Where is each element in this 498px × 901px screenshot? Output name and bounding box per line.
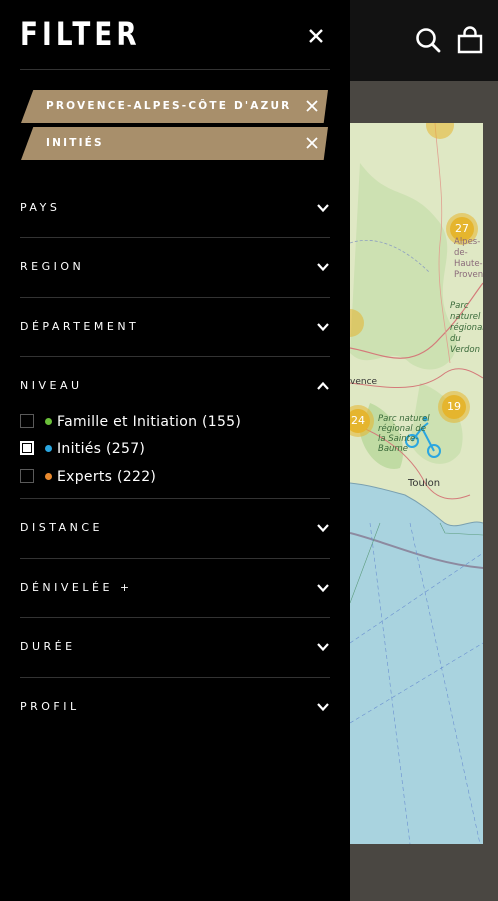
option-label: Initiés (257) bbox=[57, 441, 146, 457]
map-label: vence bbox=[350, 377, 378, 387]
section-label: PROFIL bbox=[20, 700, 80, 713]
filter-section-pays[interactable]: PAYS bbox=[20, 189, 330, 227]
close-icon[interactable] bbox=[304, 24, 328, 48]
filter-section-denivelee[interactable]: DÉNIVELÉE + bbox=[20, 569, 330, 607]
section-label: DURÉE bbox=[20, 640, 76, 653]
tag-label: INITIÉS bbox=[46, 137, 104, 149]
divider bbox=[20, 558, 330, 559]
remove-tag-icon[interactable] bbox=[306, 137, 318, 149]
divider bbox=[20, 617, 330, 618]
chevron-down-icon bbox=[317, 524, 329, 533]
drawer-title: FILTER bbox=[20, 15, 141, 53]
map-cluster[interactable]: 19 bbox=[438, 391, 470, 423]
section-label: DISTANCE bbox=[20, 521, 103, 534]
section-label: DÉNIVELÉE + bbox=[20, 581, 133, 594]
remove-tag-icon[interactable] bbox=[306, 100, 318, 112]
niveau-option-inities[interactable]: Initiés (257) bbox=[20, 438, 280, 460]
divider bbox=[20, 69, 330, 70]
map-label: Toulon bbox=[408, 478, 441, 489]
chevron-down-icon bbox=[317, 323, 329, 332]
chevron-down-icon bbox=[317, 204, 329, 213]
checkbox-checked[interactable] bbox=[20, 441, 34, 455]
section-label: DÉPARTEMENT bbox=[20, 320, 140, 333]
map-label: Parc naturel régional du Verdon bbox=[450, 301, 483, 355]
filter-section-distance[interactable]: DISTANCE bbox=[20, 509, 330, 547]
divider bbox=[20, 677, 330, 678]
chevron-down-icon bbox=[317, 643, 329, 652]
checkbox[interactable] bbox=[20, 469, 34, 483]
filter-section-profil[interactable]: PROFIL bbox=[20, 688, 330, 726]
map-label: Alpes-de-Haute-Provence bbox=[454, 237, 483, 280]
filter-section-region[interactable]: REGION bbox=[20, 248, 330, 286]
chevron-down-icon bbox=[317, 703, 329, 712]
level-color-dot bbox=[45, 473, 52, 480]
divider bbox=[20, 297, 330, 298]
chevron-up-icon bbox=[317, 381, 329, 390]
filter-section-niveau[interactable]: NIVEAU bbox=[20, 367, 330, 405]
filter-section-departement[interactable]: DÉPARTEMENT bbox=[20, 308, 330, 346]
level-color-dot bbox=[45, 418, 52, 425]
niveau-option-famille[interactable]: Famille et Initiation (155) bbox=[20, 411, 280, 433]
filter-section-duree[interactable]: DURÉE bbox=[20, 628, 330, 666]
filter-drawer: FILTER PROVENCE-ALPES-CÔTE D'AZUR INITIÉ… bbox=[0, 0, 350, 901]
cart-icon[interactable] bbox=[456, 26, 484, 54]
search-icon[interactable] bbox=[414, 26, 442, 54]
chevron-down-icon bbox=[317, 584, 329, 593]
option-label: Famille et Initiation (155) bbox=[57, 414, 242, 430]
section-label: REGION bbox=[20, 260, 85, 273]
divider bbox=[20, 498, 330, 499]
option-label: Experts (222) bbox=[57, 469, 157, 485]
section-label: NIVEAU bbox=[20, 379, 83, 392]
active-filter-tag-region[interactable]: PROVENCE-ALPES-CÔTE D'AZUR bbox=[21, 90, 328, 123]
divider bbox=[20, 237, 330, 238]
level-color-dot bbox=[45, 445, 52, 452]
tag-label: PROVENCE-ALPES-CÔTE D'AZUR bbox=[46, 100, 292, 112]
chevron-down-icon bbox=[317, 263, 329, 272]
map-view[interactable]: 27 19 24 Toulon Parc naturel régional de… bbox=[350, 123, 483, 844]
niveau-option-experts[interactable]: Experts (222) bbox=[20, 466, 280, 488]
checkbox[interactable] bbox=[20, 414, 34, 428]
section-label: PAYS bbox=[20, 201, 61, 214]
active-filter-tag-niveau[interactable]: INITIÉS bbox=[21, 127, 328, 160]
divider bbox=[20, 356, 330, 357]
map-label: Parc naturel régional de la Sainte-Baume bbox=[378, 414, 430, 454]
